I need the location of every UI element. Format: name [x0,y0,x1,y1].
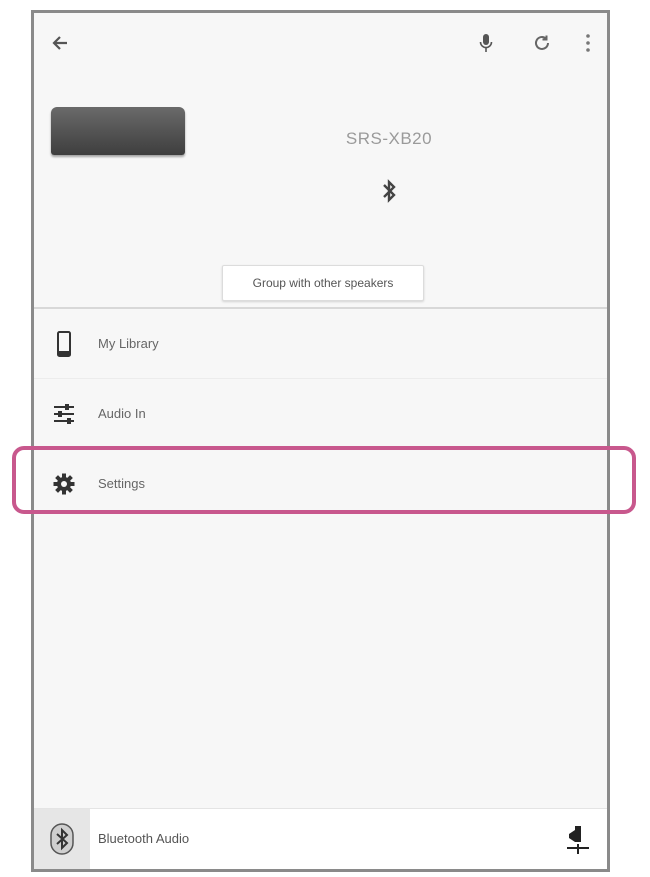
source-label: Bluetooth Audio [98,831,190,846]
now-playing-bar[interactable]: Bluetooth Audio [34,808,607,869]
device-card: SRS-XB20 Group with other speakers [34,73,607,309]
phone-icon [50,330,78,358]
menu-list: My Library Audio In Settings [34,309,607,518]
more-options-button[interactable] [574,29,602,57]
menu-item-settings[interactable]: Settings [34,448,607,518]
gear-icon [50,470,78,498]
menu-item-my-library[interactable]: My Library [34,309,607,378]
speaker-volume-icon [567,826,589,854]
menu-item-label: Settings [98,476,145,491]
source-tile [34,809,90,869]
menu-item-audio-in[interactable]: Audio In [34,378,607,448]
top-app-bar [34,13,607,73]
device-name: SRS-XB20 [345,129,433,148]
more-vert-icon [586,34,590,52]
group-with-other-speakers-button[interactable]: Group with other speakers [222,265,424,301]
back-arrow-icon [52,36,67,50]
equalizer-icon [50,400,78,428]
menu-item-label: Audio In [98,406,146,421]
refresh-icon [535,35,549,50]
speaker-volume-button[interactable] [563,823,593,857]
bluetooth-icon [50,823,74,855]
microphone-icon [479,34,493,52]
menu-item-label: My Library [98,336,159,351]
speaker-image [51,107,185,155]
voice-button[interactable] [472,29,500,57]
back-button[interactable] [46,29,74,57]
bluetooth-icon [379,177,399,205]
app-screen: SRS-XB20 Group with other speakers My Li… [31,10,610,872]
refresh-button[interactable] [528,29,556,57]
